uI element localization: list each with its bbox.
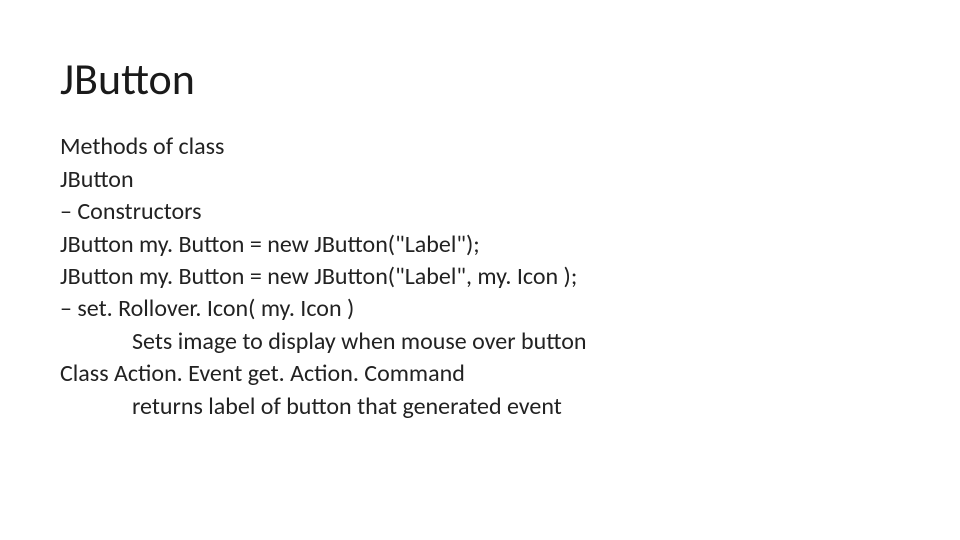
body-line-indented: Sets image to display when mouse over bu…	[60, 326, 900, 358]
body-line: – Constructors	[60, 196, 900, 228]
body-line: JButton my. Button = new JButton("Label"…	[60, 229, 900, 261]
body-line: JButton my. Button = new JButton("Label"…	[60, 261, 900, 293]
slide: JButton Methods of class JButton – Const…	[0, 0, 960, 540]
body-line: Methods of class	[60, 131, 900, 163]
body-line: JButton	[60, 164, 900, 196]
body-line: Class Action. Event get. Action. Command	[60, 358, 900, 390]
slide-title: JButton	[60, 55, 900, 103]
slide-body: Methods of class JButton – Constructors …	[60, 131, 900, 423]
body-line: – set. Rollover. Icon( my. Icon )	[60, 293, 900, 325]
body-line-indented: returns label of button that generated e…	[60, 391, 900, 423]
